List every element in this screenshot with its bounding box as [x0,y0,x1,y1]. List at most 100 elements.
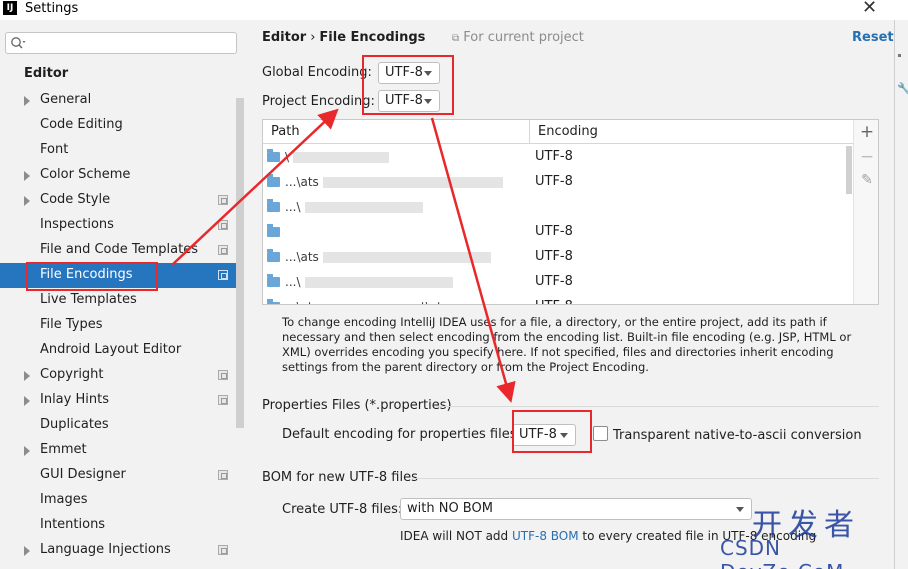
wrench-icon: 🔧 [897,82,908,95]
chevron-right-icon[interactable] [24,446,30,456]
chevron-right-icon[interactable] [24,196,30,206]
sidebar-item-file-encodings[interactable]: File Encodings [0,263,236,288]
row-path: ...\ats [285,175,503,189]
sidebar-scrollbar[interactable] [236,98,244,428]
sidebar-item-font[interactable]: Font [0,138,236,163]
sidebar-item-copyright[interactable]: Copyright [0,363,236,388]
row-path: ...\ats [285,250,491,264]
sidebar-item-language-injections[interactable]: Language Injections [0,538,236,563]
remove-icon[interactable]: − [854,147,878,167]
sidebar-item-label: Live Templates [40,292,137,307]
sidebar-item-inlay-hints[interactable]: Inlay Hints [0,388,236,413]
sidebar-item-live-templates[interactable]: Live Templates [0,288,236,313]
row-encoding[interactable]: UTF-8 [535,249,573,264]
project-scope-icon [218,245,228,255]
table-row[interactable]: ...\ UTF-8 [263,270,853,295]
row-path: ...\ [285,200,423,214]
chevron-right-icon[interactable] [24,546,30,556]
sidebar-item-label: Emmet [40,442,87,457]
table-row[interactable]: ...\ats UTF-8 [263,245,853,270]
properties-section-title: Properties Files (*.properties) [262,398,452,413]
sidebar-item-images[interactable]: Images [0,488,236,513]
folder-icon [267,299,280,304]
file-encodings-panel: Editor › File Encodings ⧉ For current proj… [246,20,894,569]
sidebar-item-general[interactable]: General [0,88,236,113]
transparent-native-to-ascii-checkbox[interactable] [593,426,608,441]
settings-sidebar: Editor General Code Editing Font Color Sche… [0,20,246,569]
folder-icon [267,274,280,287]
chevron-right-icon[interactable] [24,371,30,381]
row-encoding[interactable]: UTF-8 [535,274,573,289]
table-row[interactable]: \ UTF-8 [263,145,853,170]
global-encoding-label: Global Encoding: [262,65,372,80]
transparent-native-to-ascii-label[interactable]: Transparent native-to-ascii conversion [613,428,862,443]
bom-section-title: BOM for new UTF-8 files [262,470,418,485]
adjacent-window-edge: 🔧 [894,20,908,569]
close-icon[interactable]: ✕ [862,0,877,18]
table-row[interactable]: ...\ats-rsc-management\ats-rsc-managemUT… [263,295,853,304]
chevron-right-icon[interactable] [24,96,30,106]
redacted-path [322,252,491,263]
global-encoding-select[interactable]: UTF-8 [378,62,440,84]
project-scope-icon [218,470,228,480]
row-path: ...\ats-rsc-management\ats-rsc-managem [285,300,535,304]
properties-encoding-select[interactable]: UTF-8 [512,424,576,446]
window-title: Settings [25,1,79,16]
breadcrumb: Editor › File Encodings [262,30,425,45]
redacted-path [322,177,503,188]
chevron-right-icon[interactable] [24,171,30,181]
create-utf8-files-select[interactable]: with NO BOM [400,498,752,520]
row-encoding[interactable]: UTF-8 [535,224,573,239]
edit-icon[interactable]: ✎ [854,172,878,188]
table-scrollbar[interactable] [846,146,852,194]
sidebar-item-file-and-code-templates[interactable]: File and Code Templates [0,238,236,263]
add-icon[interactable]: + [854,122,878,142]
sidebar-item-label: Copyright [40,367,104,382]
sidebar-item-duplicates[interactable]: Duplicates [0,413,236,438]
encoding-help-text: To change encoding IntelliJ IDEA uses fo… [282,315,852,374]
breadcrumb-parent[interactable]: Editor [262,30,306,45]
path-encoding-table: Path Encoding \ UTF-8 ...\ats UTF-8 ...\ UTF-… [262,119,879,305]
project-scope-icon [218,195,228,205]
redacted-path [293,152,390,163]
sidebar-item-label: Language Injections [40,542,171,557]
chevron-right-icon[interactable] [24,396,30,406]
sidebar-item-gui-designer[interactable]: GUI Designer [0,463,236,488]
sidebar-heading-editor[interactable]: Editor [24,66,68,81]
sidebar-item-label: Duplicates [40,417,109,432]
reset-link[interactable]: Reset [852,30,894,45]
table-toolbar: + − ✎ [853,120,878,304]
project-scope-icon [218,270,228,280]
sidebar-item-label: Images [40,492,88,507]
sidebar-item-label: File Encodings [40,267,133,282]
sidebar-item-file-types[interactable]: File Types [0,313,236,338]
sidebar-item-color-scheme[interactable]: Color Scheme [0,163,236,188]
row-encoding[interactable]: UTF-8 [535,174,573,189]
sidebar-item-label: Color Scheme [40,167,131,182]
sidebar-item-label: File Types [40,317,103,332]
sidebar-item-android-layout-editor[interactable]: Android Layout Editor [0,338,236,363]
project-encoding-select[interactable]: UTF-8 [378,90,440,112]
sidebar-item-label: Android Layout Editor [40,342,182,357]
table-row[interactable]: ...\ats UTF-8 [263,170,853,195]
table-row[interactable]: UTF-8 [263,220,853,245]
project-scope-icon [218,395,228,405]
intellij-app-icon: IJ [3,1,17,15]
settings-search-input[interactable] [5,32,237,54]
sidebar-item-label: Inlay Hints [40,392,109,407]
row-path: ...\ [285,275,453,289]
sidebar-item-intentions[interactable]: Intentions [0,513,236,538]
table-row[interactable]: ...\ [263,195,853,220]
default-properties-encoding-label: Default encoding for properties files: [282,427,521,442]
sidebar-item-code-style[interactable]: Code Style [0,188,236,213]
sidebar-item-inspections[interactable]: Inspections [0,213,236,238]
column-header-encoding[interactable]: Encoding [538,124,598,139]
row-encoding[interactable]: UTF-8 [535,299,573,304]
sidebar-item-label: General [40,92,92,107]
column-header-path[interactable]: Path [271,124,300,139]
utf8-bom-link[interactable]: UTF-8 BOM [512,529,579,543]
row-encoding[interactable]: UTF-8 [535,149,573,164]
sidebar-item-label: Code Style [40,192,111,207]
sidebar-item-emmet[interactable]: Emmet [0,438,236,463]
sidebar-item-code-editing[interactable]: Code Editing [0,113,236,138]
